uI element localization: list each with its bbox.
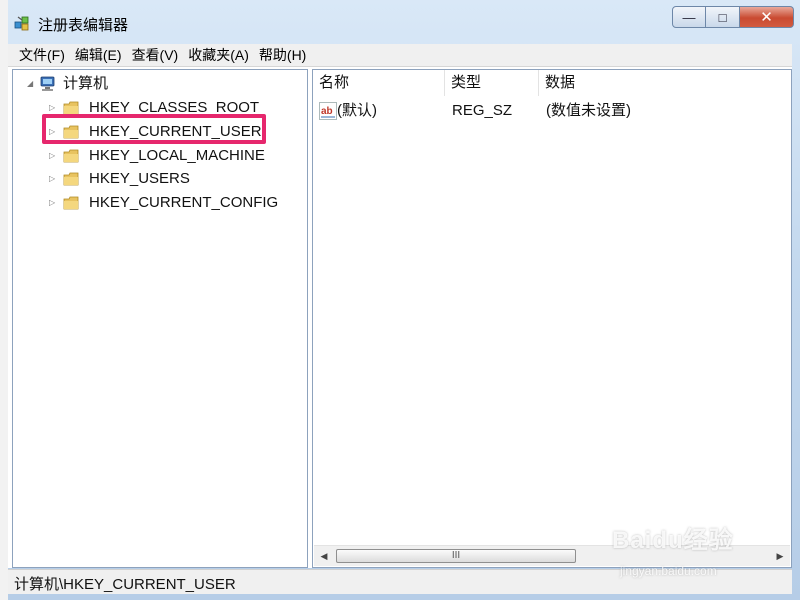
menu-bar: 文件(F) 编辑(E) 查看(V) 收藏夹(A) 帮助(H) [8,44,792,67]
svg-text:ab: ab [321,106,333,117]
value-row-data: (数值未设置) [546,102,631,119]
registry-editor-window: 注册表编辑器 — □ ✕ 文件(F) 编辑(E) 查看(V) 收藏夹(A) 帮助(H) … [0,0,800,600]
string-value-icon: ab [319,102,337,120]
computer-icon [40,76,55,91]
tree-item-label: HKEY_CURRENT_CONFIG [89,194,279,211]
registry-tree-pane[interactable]: ◢ 计算机 ▷ HKEY_CLASSES_ROOT ▷ HKEY_CURRENT… [12,69,308,568]
close-button[interactable]: ✕ [740,6,794,28]
scroll-thumb[interactable]: III [336,549,576,563]
collapsed-arrow-icon[interactable]: ▷ [49,192,57,214]
watermark-url: jingyan.baidu.com [620,564,717,578]
folder-icon [63,172,79,186]
title-bar[interactable]: 注册表编辑器 — □ ✕ [0,0,800,42]
tree-root-label: 计算机 [63,75,109,92]
value-row-name[interactable]: (默认) [337,100,377,122]
menu-favorites[interactable]: 收藏夹(A) [183,44,254,66]
tree-item-label: HKEY_LOCAL_MACHINE [89,147,265,164]
folder-icon [63,101,79,115]
window-title: 注册表编辑器 [38,17,129,34]
column-header-data[interactable]: 数据 [539,70,791,96]
values-list-pane[interactable]: 名称 类型 数据 ab (默认) REG_SZ (数值未设置) ◀ III ▶ [312,69,792,568]
folder-icon [63,149,79,163]
minimize-button[interactable]: — [672,6,706,28]
tree-item-label: HKEY_USERS [89,170,190,187]
scroll-left-icon[interactable]: ◀ [314,546,334,566]
scroll-right-icon[interactable]: ▶ [770,546,790,566]
collapsed-arrow-icon[interactable]: ▷ [49,168,57,190]
menu-view[interactable]: 查看(V) [127,44,184,66]
maximize-icon: □ [718,9,727,25]
column-header-name[interactable]: 名称 [313,70,445,96]
folder-icon [63,196,79,210]
content-area: ◢ 计算机 ▷ HKEY_CLASSES_ROOT ▷ HKEY_CURRENT… [8,67,792,568]
collapsed-arrow-icon[interactable]: ▷ [49,145,57,167]
close-icon: ✕ [760,9,773,26]
minimize-icon: — [682,9,696,25]
caption-buttons: — □ ✕ [672,6,794,30]
desktop-background-strip [0,0,8,600]
menu-file[interactable]: 文件(F) [8,44,70,66]
annotation-highlight-box [42,114,266,144]
menu-edit[interactable]: 编辑(E) [70,44,127,66]
value-row-type: REG_SZ [452,102,513,119]
watermark-logo: Baidu经验 [612,527,734,554]
registry-editor-app-icon [14,16,29,31]
expanded-arrow-icon[interactable]: ◢ [27,73,35,95]
column-header-type[interactable]: 类型 [445,70,539,96]
menu-help[interactable]: 帮助(H) [254,44,311,66]
maximize-button[interactable]: □ [706,6,740,28]
status-path: 计算机\HKEY_CURRENT_USER [14,576,236,593]
